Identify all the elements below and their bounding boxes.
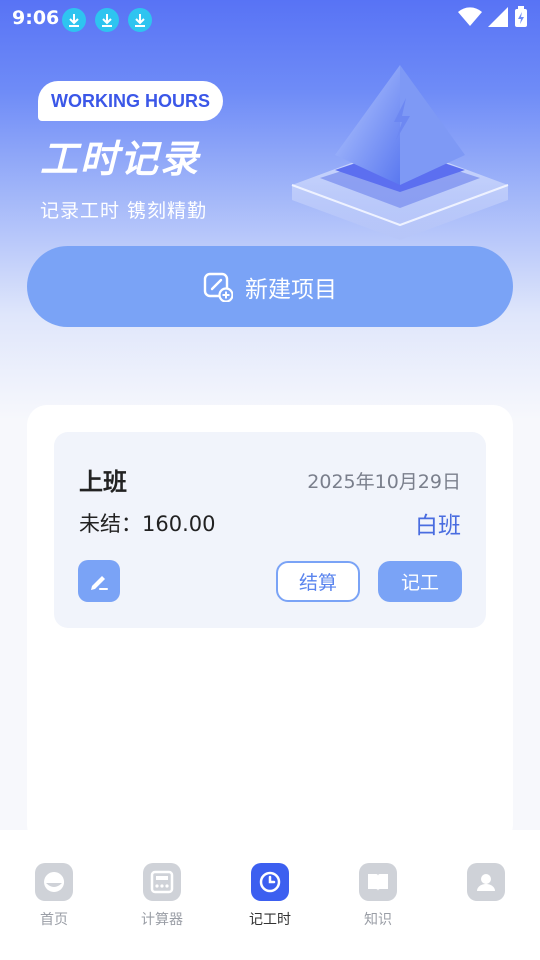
tab-profile[interactable]	[446, 863, 526, 909]
new-project-button[interactable]: 新建项目	[27, 246, 513, 327]
status-bar: 9:06	[0, 0, 540, 36]
page-title: 工时记录	[40, 136, 201, 181]
project-title: 上班	[79, 468, 127, 496]
wifi-icon	[458, 7, 482, 27]
download-icon	[95, 8, 119, 32]
working-hours-badge: WORKING HOURS	[38, 81, 223, 121]
download-icon	[62, 8, 86, 32]
home-icon	[35, 863, 73, 901]
tab-record-hours[interactable]: 记工时	[230, 863, 310, 929]
pencil-icon	[91, 576, 108, 590]
new-note-icon	[203, 272, 233, 302]
project-date: 2025年10月29日	[307, 471, 461, 493]
tab-label: 知识	[364, 912, 392, 928]
cellular-signal-icon	[488, 7, 508, 27]
edit-button[interactable]	[78, 560, 120, 602]
tab-calculator[interactable]: 计算器	[122, 863, 202, 929]
record-work-button[interactable]: 记工	[378, 561, 462, 602]
calculator-icon	[143, 863, 181, 901]
tab-label: 首页	[40, 912, 68, 928]
shift-type: 白班	[415, 513, 461, 539]
status-time: 9:06	[12, 7, 60, 29]
page-subtitle: 记录工时 镌刻精勤	[40, 200, 208, 222]
project-card[interactable]: 上班 2025年10月29日 未结：160.00 白班 结算 记工	[54, 432, 486, 628]
unsettled-amount: 未结：160.00	[79, 512, 216, 536]
book-icon	[359, 863, 397, 901]
clock-icon	[251, 863, 289, 901]
project-list-panel: 上班 2025年10月29日 未结：160.00 白班 结算 记工	[27, 405, 513, 845]
profile-icon	[467, 863, 505, 901]
tab-label: 记工时	[249, 912, 291, 928]
settle-button[interactable]: 结算	[276, 561, 360, 602]
bottom-tab-bar: 首页 计算器 记工时 知识	[0, 830, 540, 960]
pyramid-illustration	[291, 65, 509, 240]
battery-icon	[515, 6, 527, 27]
download-icon	[128, 8, 152, 32]
tab-knowledge[interactable]: 知识	[338, 863, 418, 929]
tab-home[interactable]: 首页	[14, 863, 94, 929]
new-project-label: 新建项目	[245, 276, 337, 303]
tab-label: 计算器	[141, 912, 183, 928]
